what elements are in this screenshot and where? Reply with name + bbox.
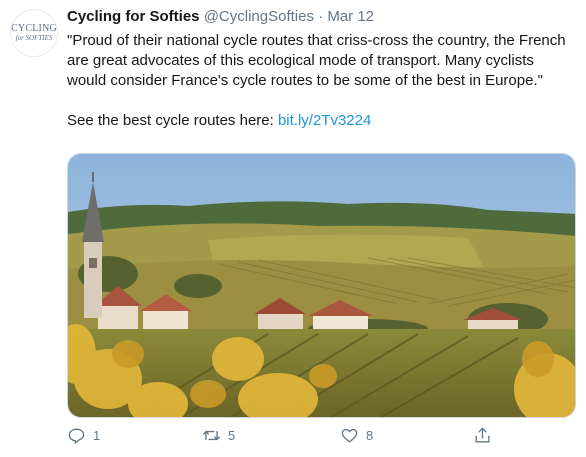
tweet-link[interactable]: bit.ly/2Tv3224 <box>278 112 371 129</box>
tweet-text: "Proud of their national cycle routes th… <box>67 32 566 89</box>
retweet-button[interactable]: 5 <box>202 426 235 445</box>
tweet-date[interactable]: Mar 12 <box>327 8 374 25</box>
like-button[interactable]: 8 <box>340 426 373 445</box>
display-name[interactable]: Cycling for Softies <box>67 8 200 25</box>
share-button[interactable] <box>473 426 492 445</box>
tweet-actions: 1 5 8 <box>67 426 507 450</box>
handle[interactable]: @CyclingSofties <box>204 8 314 25</box>
avatar-line2: for SOFTIES <box>15 34 53 42</box>
reply-button[interactable]: 1 <box>67 426 100 445</box>
tweet-cta-line: See the best cycle routes here: bit.ly/2… <box>67 111 567 131</box>
share-icon <box>475 427 490 443</box>
separator: · <box>318 8 324 25</box>
like-count: 8 <box>366 428 374 443</box>
tweet-photo[interactable] <box>67 153 576 418</box>
reply-icon <box>68 428 85 444</box>
like-icon <box>341 428 358 443</box>
avatar-line1: CYCLING <box>11 23 57 34</box>
avatar[interactable]: CYCLING for SOFTIES <box>10 9 58 57</box>
retweet-count: 5 <box>228 428 236 443</box>
tweet-header: Cycling for Softies @CyclingSofties · Ma… <box>67 8 374 25</box>
vineyard-village-image <box>68 154 575 417</box>
tweet-body: "Proud of their national cycle routes th… <box>67 31 567 131</box>
retweet-icon <box>202 430 221 441</box>
cta-text: See the best cycle routes here: <box>67 112 278 129</box>
reply-count: 1 <box>93 428 101 443</box>
